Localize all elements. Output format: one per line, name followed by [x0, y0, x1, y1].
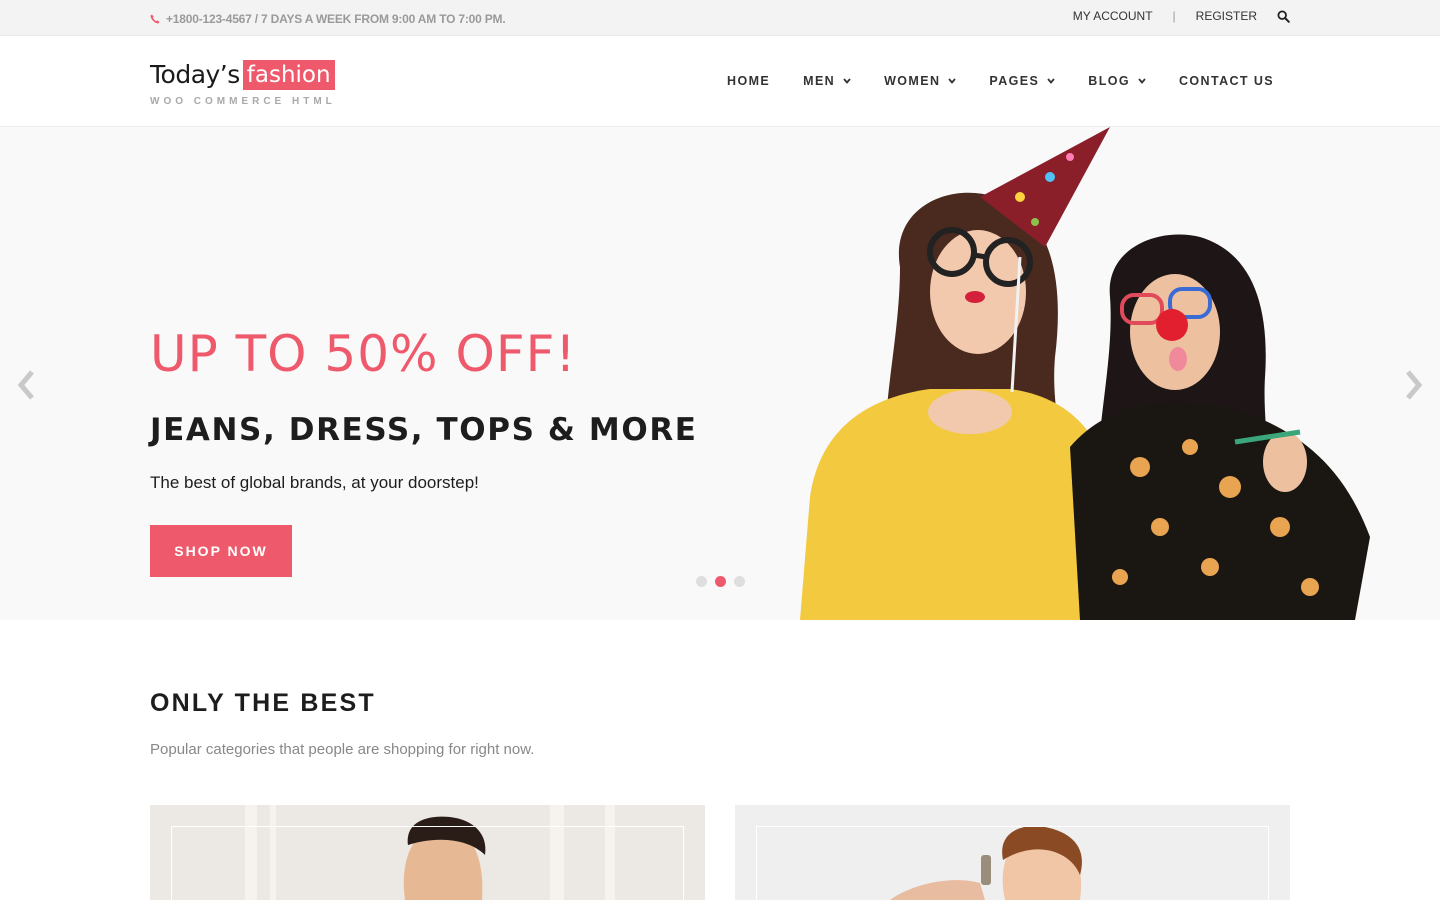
slider-dot-1[interactable] — [696, 576, 707, 587]
arrow-right-icon[interactable] — [1402, 367, 1426, 403]
phone-icon — [150, 14, 160, 24]
nav-item-home[interactable]: HOME — [727, 74, 770, 88]
nav-item-blog[interactable]: BLOG — [1088, 74, 1146, 88]
link-separator: | — [1172, 9, 1176, 23]
category-card-women[interactable] — [735, 805, 1290, 900]
logo-subtitle: WOO COMMERCE HTML — [150, 96, 336, 107]
card-frame — [756, 826, 1269, 900]
nav-label: PAGES — [989, 74, 1040, 88]
hero-slider: UP TO 50% OFF! JEANS, DRESS, TOPS & MORE… — [0, 127, 1440, 620]
site-logo[interactable]: Today’s fashion WOO COMMERCE HTML — [150, 60, 336, 107]
account-links: MY ACCOUNT | REGISTER — [1073, 9, 1290, 23]
contact-info: +1800-123-4567 / 7 DAYS A WEEK FROM 9:00… — [150, 12, 506, 26]
slider-dots — [696, 576, 745, 587]
site-header: Today’s fashion WOO COMMERCE HTML HOME M… — [0, 36, 1440, 127]
shop-now-button[interactable]: SHOP NOW — [150, 525, 292, 577]
nav-label: WOMEN — [884, 74, 941, 88]
slider-dot-3[interactable] — [734, 576, 745, 587]
card-frame — [171, 826, 684, 900]
slider-dot-2[interactable] — [715, 576, 726, 587]
nav-label: MEN — [803, 74, 836, 88]
top-bar: +1800-123-4567 / 7 DAYS A WEEK FROM 9:00… — [0, 0, 1440, 36]
hero-headline: UP TO 50% OFF! — [150, 325, 577, 383]
chevron-down-icon — [843, 78, 851, 84]
search-icon[interactable] — [1277, 9, 1290, 23]
chevron-down-icon — [948, 78, 957, 84]
nav-item-women[interactable]: WOMEN — [884, 74, 957, 88]
my-account-link[interactable]: MY ACCOUNT — [1073, 9, 1153, 23]
section-description: Popular categories that people are shopp… — [150, 741, 535, 758]
nav-item-contact-us[interactable]: CONTACT US — [1179, 74, 1274, 88]
nav-label: HOME — [727, 74, 771, 88]
contact-text: +1800-123-4567 / 7 DAYS A WEEK FROM 9:00… — [166, 12, 506, 26]
hero-tagline: The best of global brands, at your doors… — [150, 473, 479, 492]
section-title: ONLY THE BEST — [150, 689, 376, 717]
arrow-left-icon[interactable] — [14, 367, 38, 403]
hero-subheadline: JEANS, DRESS, TOPS & MORE — [150, 412, 698, 448]
hero-image — [800, 127, 1370, 620]
nav-label: BLOG — [1088, 74, 1130, 88]
chevron-down-icon — [1047, 78, 1055, 84]
nav-item-men[interactable]: MEN — [803, 74, 851, 88]
register-link[interactable]: REGISTER — [1196, 9, 1257, 23]
main-nav: HOME MEN WOMEN PAGES BLOG CONTACT US — [727, 74, 1274, 88]
chevron-down-icon — [1138, 78, 1146, 84]
logo-today-text: Today’s — [150, 60, 240, 89]
nav-label: CONTACT US — [1178, 74, 1274, 88]
logo-fashion-text: fashion — [242, 60, 335, 90]
category-card-men[interactable] — [150, 805, 705, 900]
nav-item-pages[interactable]: PAGES — [989, 74, 1055, 88]
